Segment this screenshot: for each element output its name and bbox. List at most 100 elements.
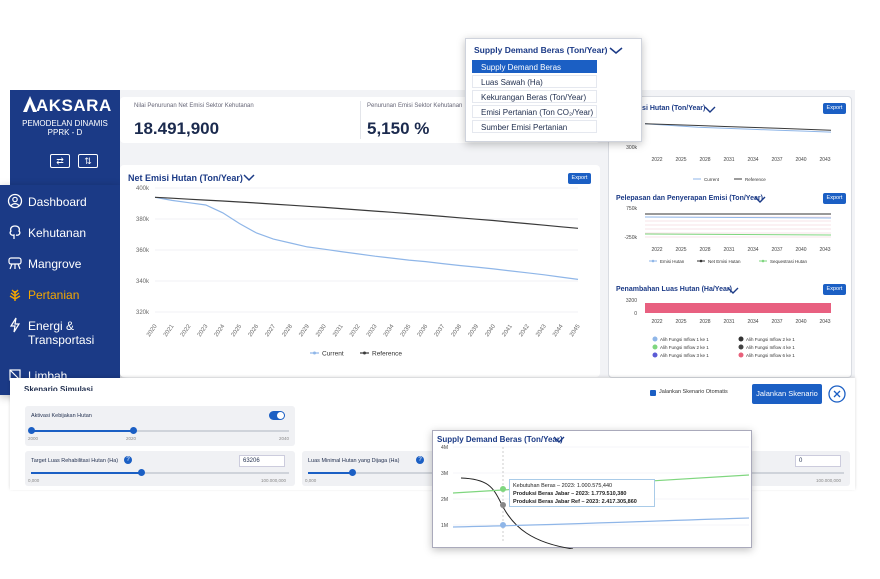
net-emisi-chart: 400k 380k 360k 340k 320k 2020 2021 2022 2023 2024… xyxy=(136,186,582,358)
y-tick-label: 320k xyxy=(136,310,150,316)
tick-label: 2020 xyxy=(126,436,137,441)
x-tick-label: 2037 xyxy=(771,247,782,253)
x-tick-label: 2022 xyxy=(651,247,662,253)
chart-title: Net Emisi Hutan (Ton/Year) xyxy=(128,173,243,183)
dropdown-option[interactable]: Emisi Pertanian (Ton CO₂/Year) xyxy=(472,105,597,118)
x-tick-label: 2040 xyxy=(795,157,806,163)
close-circle-icon[interactable] xyxy=(828,385,846,403)
chart-title: Penambahan Luas Hutan (Ha/Year) xyxy=(616,286,732,293)
auto-run-checkbox[interactable] xyxy=(650,390,656,396)
main-chart-card: Net Emisi Hutan (Ton/Year) Export 400k 38… xyxy=(120,165,600,377)
rehab-slider-handle[interactable] xyxy=(138,469,145,476)
x-tick-label: 2043 xyxy=(535,323,548,338)
x-tick-label: 2023 xyxy=(197,323,210,338)
right-charts-panel: Net Emisi Hutan (Ton/Year) Export 420k30… xyxy=(608,96,852,378)
y-tick-label: 300k xyxy=(626,145,637,151)
x-tick-label: 2022 xyxy=(180,323,193,338)
swap-vertical-button[interactable]: ⇅ xyxy=(78,154,98,168)
sidebar: Dashboard Kehutanan Mangrove Pertanian E… xyxy=(0,185,120,395)
brand-subtitle-2: PPRK - D xyxy=(47,128,83,137)
x-tick-label: 2022 xyxy=(651,319,662,325)
policy-slider-handle-end[interactable] xyxy=(130,427,137,434)
x-tick-label: 2039 xyxy=(468,323,481,338)
minforest-slider-handle[interactable] xyxy=(349,469,356,476)
sidebar-item-dashboard[interactable]: Dashboard xyxy=(0,189,120,217)
y-tick-label: 0 xyxy=(634,311,637,317)
dropdown-header[interactable]: Supply Demand Beras (Ton/Year) xyxy=(474,45,608,55)
policy-slider-handle-start[interactable] xyxy=(28,427,35,434)
brand-block: AKSARA PEMODELAN DINAMIS PPRK - D ⇄ ⇅ xyxy=(10,90,120,185)
y-tick-label: 2M xyxy=(441,497,448,503)
x-tick-label: 2021 xyxy=(163,323,176,338)
y-tick-label: 750k xyxy=(626,206,637,212)
x-tick-label: 2027 xyxy=(265,323,278,338)
sidebar-item-pertanian[interactable]: Pertanian xyxy=(0,282,120,310)
dropdown-option[interactable]: Kekurangan Beras (Ton/Year) xyxy=(472,90,597,103)
dropdown-option[interactable]: Supply Demand Beras (Ton/Year) xyxy=(472,60,597,85)
data-point xyxy=(500,486,506,492)
chevron-down-icon[interactable] xyxy=(609,46,623,55)
legend-marker xyxy=(738,344,744,350)
x-tick-label: 2025 xyxy=(675,319,686,325)
tooltip-line: Produksi Beras Jabar Ref – 2023: 2.417.3… xyxy=(513,499,637,505)
sidebar-item-energi[interactable]: Energi & Transportasi xyxy=(0,313,120,353)
tick-label: 2000 xyxy=(28,436,39,441)
legend-marker xyxy=(652,336,658,342)
run-scenario-button[interactable]: Jalankan Skenario xyxy=(752,384,822,404)
third-input[interactable]: 0 xyxy=(795,455,841,467)
rehab-slider-fill xyxy=(31,472,141,474)
x-tick-label: 2028 xyxy=(281,323,294,338)
third-slider-track[interactable] xyxy=(750,472,844,474)
data-point xyxy=(500,502,506,508)
x-tick-label: 2024 xyxy=(214,323,227,338)
pelepasan-chart: 750k -250k 2022 2025 2028 2031 2034 2037 2040 204… xyxy=(624,206,832,264)
legend-label: Current xyxy=(322,351,344,358)
rehab-input[interactable]: 63206 xyxy=(239,455,285,467)
legend-marker xyxy=(738,352,744,358)
x-tick-label: 2031 xyxy=(723,247,734,253)
y-tick-label: 360k xyxy=(136,248,150,254)
minforest-label: Luas Minimal Hutan yang Dijaga (Ha) xyxy=(308,458,400,464)
x-tick-label: 2037 xyxy=(434,323,447,338)
swap-horizontal-button[interactable]: ⇄ xyxy=(50,154,70,168)
policy-slider-fill xyxy=(31,430,133,432)
legend-marker xyxy=(652,352,658,358)
export-button[interactable]: Export xyxy=(823,284,846,295)
legend-marker xyxy=(313,351,316,355)
min-label: 0,000 xyxy=(305,478,317,483)
chart-select-dropdown: Supply Demand Beras (Ton/Year) Supply De… xyxy=(465,38,642,142)
legend-label: Reference xyxy=(372,351,402,358)
chevron-down-icon[interactable] xyxy=(727,286,739,295)
y-tick-label: 380k xyxy=(136,217,150,223)
legend-label: Emisi Hutan xyxy=(660,259,685,264)
dropdown-option[interactable]: Luas Sawah (Ha) xyxy=(472,75,597,88)
legend-marker xyxy=(651,259,655,263)
policy-slider-box: Aktivasi Kebijakan Hutan 2000 2020 2040 xyxy=(25,406,295,446)
tree-icon xyxy=(9,225,21,239)
chevron-down-icon[interactable] xyxy=(243,173,255,183)
tooltip-line: Kebutuhan Beras – 2023: 1.000.575,440 xyxy=(513,483,613,489)
legend-marker xyxy=(761,259,765,263)
y-tick-label: 3200 xyxy=(626,298,637,304)
x-tick-label: 2035 xyxy=(400,323,413,338)
sidebar-item-mangrove[interactable]: Mangrove xyxy=(0,251,120,279)
simulation-title: Skenario Simulasi xyxy=(24,385,93,391)
policy-toggle[interactable] xyxy=(269,411,285,420)
x-tick-label: 2034 xyxy=(747,319,758,325)
dropdown-option[interactable]: Sumber Emisi Pertanian xyxy=(472,120,597,133)
sidebar-item-kehutanan[interactable]: Kehutanan xyxy=(0,220,120,248)
y-tick-label: 4M xyxy=(441,445,448,451)
net-emisi-small-chart: 420k300k20222025202820312034203720402043… xyxy=(626,117,832,182)
tick-label: 2040 xyxy=(279,436,290,441)
help-icon[interactable]: ? xyxy=(124,456,132,464)
export-button[interactable]: Export xyxy=(568,173,591,184)
legend-marker xyxy=(699,259,703,263)
third-slider-box: 0 100.000,000 xyxy=(750,451,850,486)
penambahan-chart: 3200 0 2022 2025 2028 2031 2034 2037 2040 2043 Ali… xyxy=(626,298,831,358)
sidebar-item-label: Energi & xyxy=(28,319,75,333)
max-label: 100.000,000 xyxy=(261,478,287,483)
help-icon[interactable]: ? xyxy=(416,456,424,464)
legend-marker xyxy=(738,336,744,342)
x-tick-label: 2028 xyxy=(699,319,710,325)
chart-tooltip: Kebutuhan Beras – 2023: 1.000.575,440 Pr… xyxy=(509,479,655,507)
